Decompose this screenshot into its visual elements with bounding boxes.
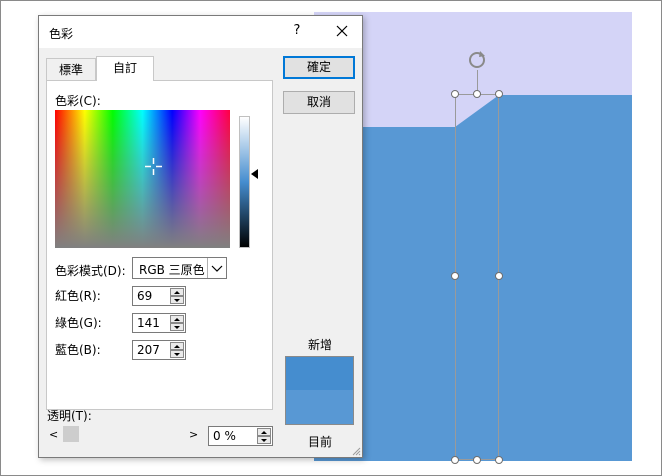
luminance-bar[interactable] [239, 116, 250, 248]
red-label: 紅色(R): [55, 289, 101, 303]
selection-box[interactable] [455, 94, 499, 460]
transparency-slider[interactable] [63, 426, 187, 442]
transparency-down-button[interactable] [257, 436, 271, 444]
resize-grip-icon[interactable] [351, 446, 361, 456]
color-model-select[interactable]: RGB 三原色 [132, 257, 227, 279]
red-value: 69 [137, 289, 153, 303]
red-spin-buttons [170, 288, 184, 304]
blue-value: 207 [137, 343, 160, 357]
resize-handle-middle-left[interactable] [451, 272, 459, 280]
slider-right-arrow-icon[interactable]: > [189, 428, 198, 441]
resize-handle-bottom-right[interactable] [495, 456, 503, 464]
blue-label: 藍色(B): [55, 343, 101, 357]
luminance-arrow-icon[interactable] [251, 169, 258, 179]
resize-handle-top-left[interactable] [451, 90, 459, 98]
tab-custom[interactable]: 自訂 [96, 56, 154, 81]
colors-dialog: 色彩 ? 標準 自訂 色彩(C): 色彩模式(D): RGB 三原色 紅色(R)… [38, 15, 363, 458]
slider-left-arrow-icon[interactable]: < [49, 428, 58, 441]
transparency-slider-thumb[interactable] [63, 426, 79, 442]
blue-down-button[interactable] [170, 350, 184, 358]
color-preview-frame [285, 356, 354, 425]
green-label: 綠色(G): [55, 316, 102, 330]
dialog-titlebar[interactable]: 色彩 ? [39, 16, 362, 48]
colors-label: 色彩(C): [55, 94, 101, 108]
close-icon[interactable] [331, 21, 353, 41]
green-stepper[interactable]: 141 [132, 313, 186, 333]
new-label: 新增 [308, 338, 333, 352]
green-spin-buttons [170, 315, 184, 331]
resize-handle-top-middle[interactable] [473, 90, 481, 98]
tab-standard[interactable]: 標準 [46, 58, 96, 80]
transparency-up-button[interactable] [257, 428, 271, 436]
help-button[interactable]: ? [289, 23, 305, 41]
transparency-label: 透明(T): [47, 409, 92, 423]
transparency-spin-buttons [257, 428, 271, 444]
rotate-handle-icon[interactable] [467, 50, 487, 70]
resize-handle-top-right[interactable] [495, 90, 503, 98]
resize-handle-middle-right[interactable] [495, 272, 503, 280]
green-value: 141 [137, 316, 160, 330]
ok-button[interactable]: 確定 [283, 56, 355, 79]
transparency-value: 0 % [213, 429, 236, 443]
green-down-button[interactable] [170, 323, 184, 331]
blue-spin-buttons [170, 342, 184, 358]
color-spectrum[interactable] [55, 110, 230, 248]
color-model-label: 色彩模式(D): [55, 264, 126, 278]
red-stepper[interactable]: 69 [132, 286, 186, 306]
dialog-title: 色彩 [49, 27, 74, 41]
blue-up-button[interactable] [170, 342, 184, 350]
transparency-stepper[interactable]: 0 % [208, 426, 273, 446]
current-label: 目前 [308, 435, 333, 449]
green-up-button[interactable] [170, 315, 184, 323]
red-down-button[interactable] [170, 296, 184, 304]
resize-handle-bottom-middle[interactable] [473, 456, 481, 464]
crosshair-icon [145, 158, 162, 175]
red-up-button[interactable] [170, 288, 184, 296]
color-model-value: RGB 三原色 [139, 263, 205, 277]
chevron-down-icon[interactable] [207, 258, 226, 278]
resize-handle-bottom-left[interactable] [451, 456, 459, 464]
blue-stepper[interactable]: 207 [132, 340, 186, 360]
cancel-button[interactable]: 取消 [283, 91, 355, 114]
